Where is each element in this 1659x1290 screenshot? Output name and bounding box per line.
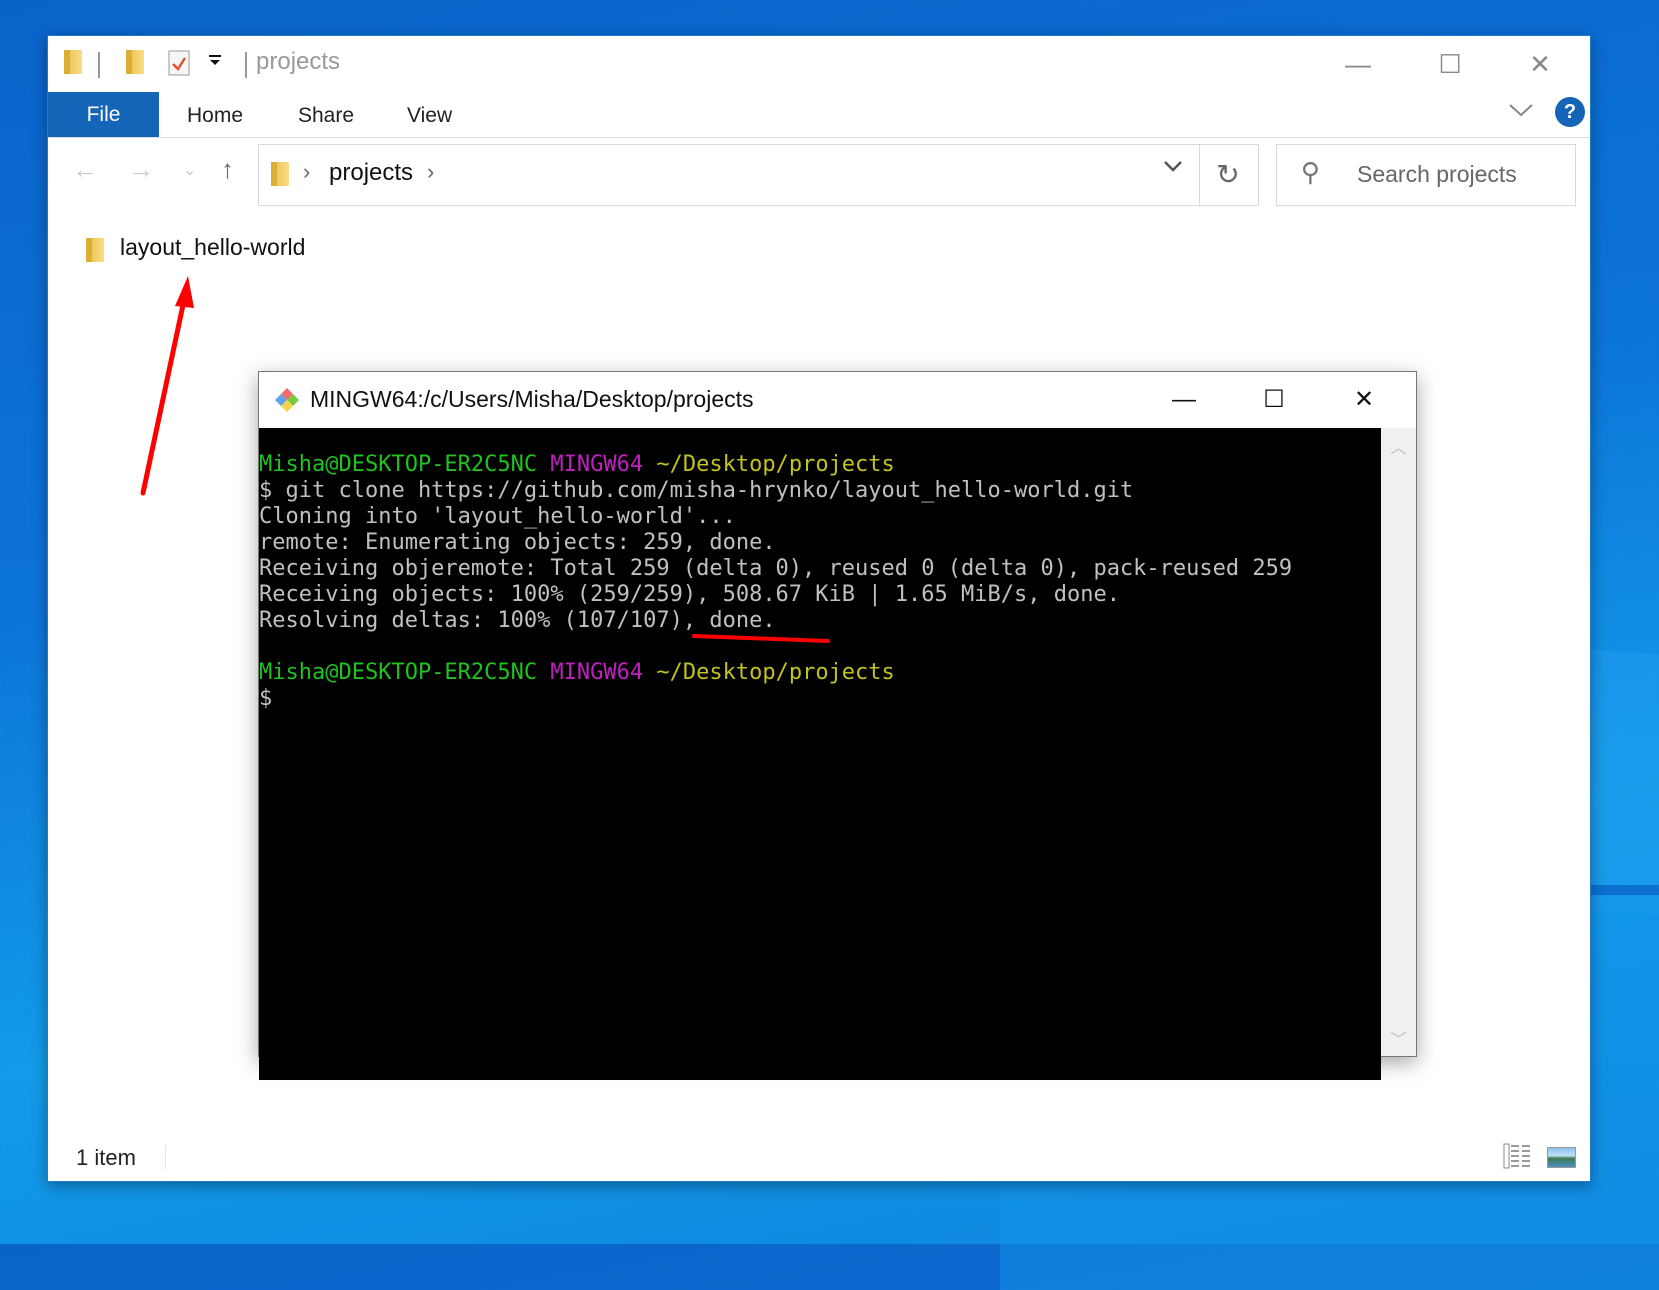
status-separator <box>165 1145 166 1169</box>
output-line: Receiving objeremote: Total 259 (delta 0… <box>259 556 1293 581</box>
prompt-user-host: Misha@DESKTOP-ER2C5NC <box>259 452 538 477</box>
window-title: projects <box>256 48 341 75</box>
separator <box>98 52 100 78</box>
prompt-line: Misha@DESKTOP-ER2C5NC MINGW64 ~/Desktop/… <box>259 452 1381 478</box>
terminal-title-bar: MINGW64:/c/Users/Misha/Desktop/projects … <box>259 372 1416 428</box>
terminal-title: MINGW64:/c/Users/Misha/Desktop/projects <box>310 386 754 412</box>
refresh-button[interactable]: ↻ <box>1198 144 1259 206</box>
details-view-icon[interactable] <box>1503 1143 1531 1169</box>
up-arrow-icon[interactable]: ↑ <box>221 154 234 185</box>
output-line: Receiving objects: 100% (259/259), 508.6… <box>259 582 1120 607</box>
tab-file[interactable]: File <box>48 92 159 137</box>
item-name[interactable]: layout_hello-world <box>120 234 305 261</box>
output-line: $ git clone https://github.com/misha-hry… <box>259 478 1134 503</box>
prompt-user-host: Misha@DESKTOP-ER2C5NC <box>259 660 538 685</box>
navigation-bar: ← → ⌄ ↑ › projects › ↻ ⚲ Search projects <box>48 138 1590 208</box>
terminal-close-button[interactable]: ✕ <box>1334 378 1394 422</box>
customize-quick-access-icon[interactable] <box>208 54 222 82</box>
address-history-dropdown-icon[interactable] <box>1163 156 1183 179</box>
scroll-up-icon[interactable]: ︿ <box>1381 434 1416 458</box>
breadcrumb-projects[interactable]: projects <box>329 159 413 187</box>
prompt-env: MINGW64 <box>550 452 644 477</box>
tab-share[interactable]: Share <box>298 92 354 137</box>
forward-arrow-icon[interactable]: → <box>128 154 154 185</box>
properties-checkbox-icon[interactable] <box>168 50 190 78</box>
prompt-path: ~/Desktop/projects <box>656 660 895 685</box>
breadcrumb-chevron-icon[interactable]: › <box>427 159 434 185</box>
folder-icon <box>271 162 289 191</box>
prompt-path: ~/Desktop/projects <box>656 452 895 477</box>
search-input[interactable]: Search projects <box>1357 161 1517 188</box>
git-bash-logo-icon <box>275 388 299 412</box>
input-line[interactable]: $ <box>259 686 1381 712</box>
prompt-env: MINGW64 <box>550 660 644 685</box>
refresh-icon: ↻ <box>1216 159 1240 190</box>
folder-icon <box>86 238 104 267</box>
breadcrumb-chevron-icon[interactable]: › <box>303 159 310 185</box>
back-arrow-icon[interactable]: ← <box>72 154 98 185</box>
large-icons-view-icon[interactable] <box>1547 1147 1576 1168</box>
search-box[interactable]: ⚲ Search projects <box>1276 144 1576 206</box>
output-line: Resolving deltas: 100% (107/107), done. <box>259 608 776 633</box>
folder-icon <box>64 50 82 78</box>
separator <box>245 52 247 78</box>
scroll-down-icon[interactable]: ﹀ <box>1381 1026 1416 1050</box>
title-bar: projects — ☐ ✕ <box>48 36 1590 92</box>
tab-view[interactable]: View <box>407 92 452 137</box>
terminal-window: MINGW64:/c/Users/Misha/Desktop/projects … <box>258 371 1417 1080</box>
terminal-scrollbar[interactable]: ︿ ﹀ <box>1381 428 1416 1056</box>
ribbon-tabs: File Home Share View ? <box>48 92 1590 138</box>
tab-home[interactable]: Home <box>187 92 243 137</box>
address-bar[interactable]: › projects › <box>258 144 1200 206</box>
terminal-minimize-button[interactable]: — <box>1154 378 1214 422</box>
expand-ribbon-icon[interactable] <box>1508 98 1534 124</box>
prompt-line: Misha@DESKTOP-ER2C5NC MINGW64 ~/Desktop/… <box>259 660 1381 686</box>
recent-locations-chevron-icon[interactable]: ⌄ <box>183 160 196 180</box>
help-icon[interactable]: ? <box>1555 97 1585 127</box>
search-icon: ⚲ <box>1301 157 1321 187</box>
new-folder-icon[interactable] <box>126 50 144 78</box>
output-line: remote: Enumerating objects: 259, done. <box>259 530 776 555</box>
terminal-maximize-button[interactable]: ☐ <box>1244 378 1304 422</box>
minimize-button[interactable]: — <box>1328 44 1388 84</box>
output-line: Cloning into 'layout_hello-world'... <box>259 504 736 529</box>
maximize-button[interactable]: ☐ <box>1420 44 1480 84</box>
close-button[interactable]: ✕ <box>1510 44 1570 84</box>
terminal-output[interactable]: Misha@DESKTOP-ER2C5NC MINGW64 ~/Desktop/… <box>259 428 1381 1080</box>
status-item-count: 1 item <box>76 1145 136 1170</box>
